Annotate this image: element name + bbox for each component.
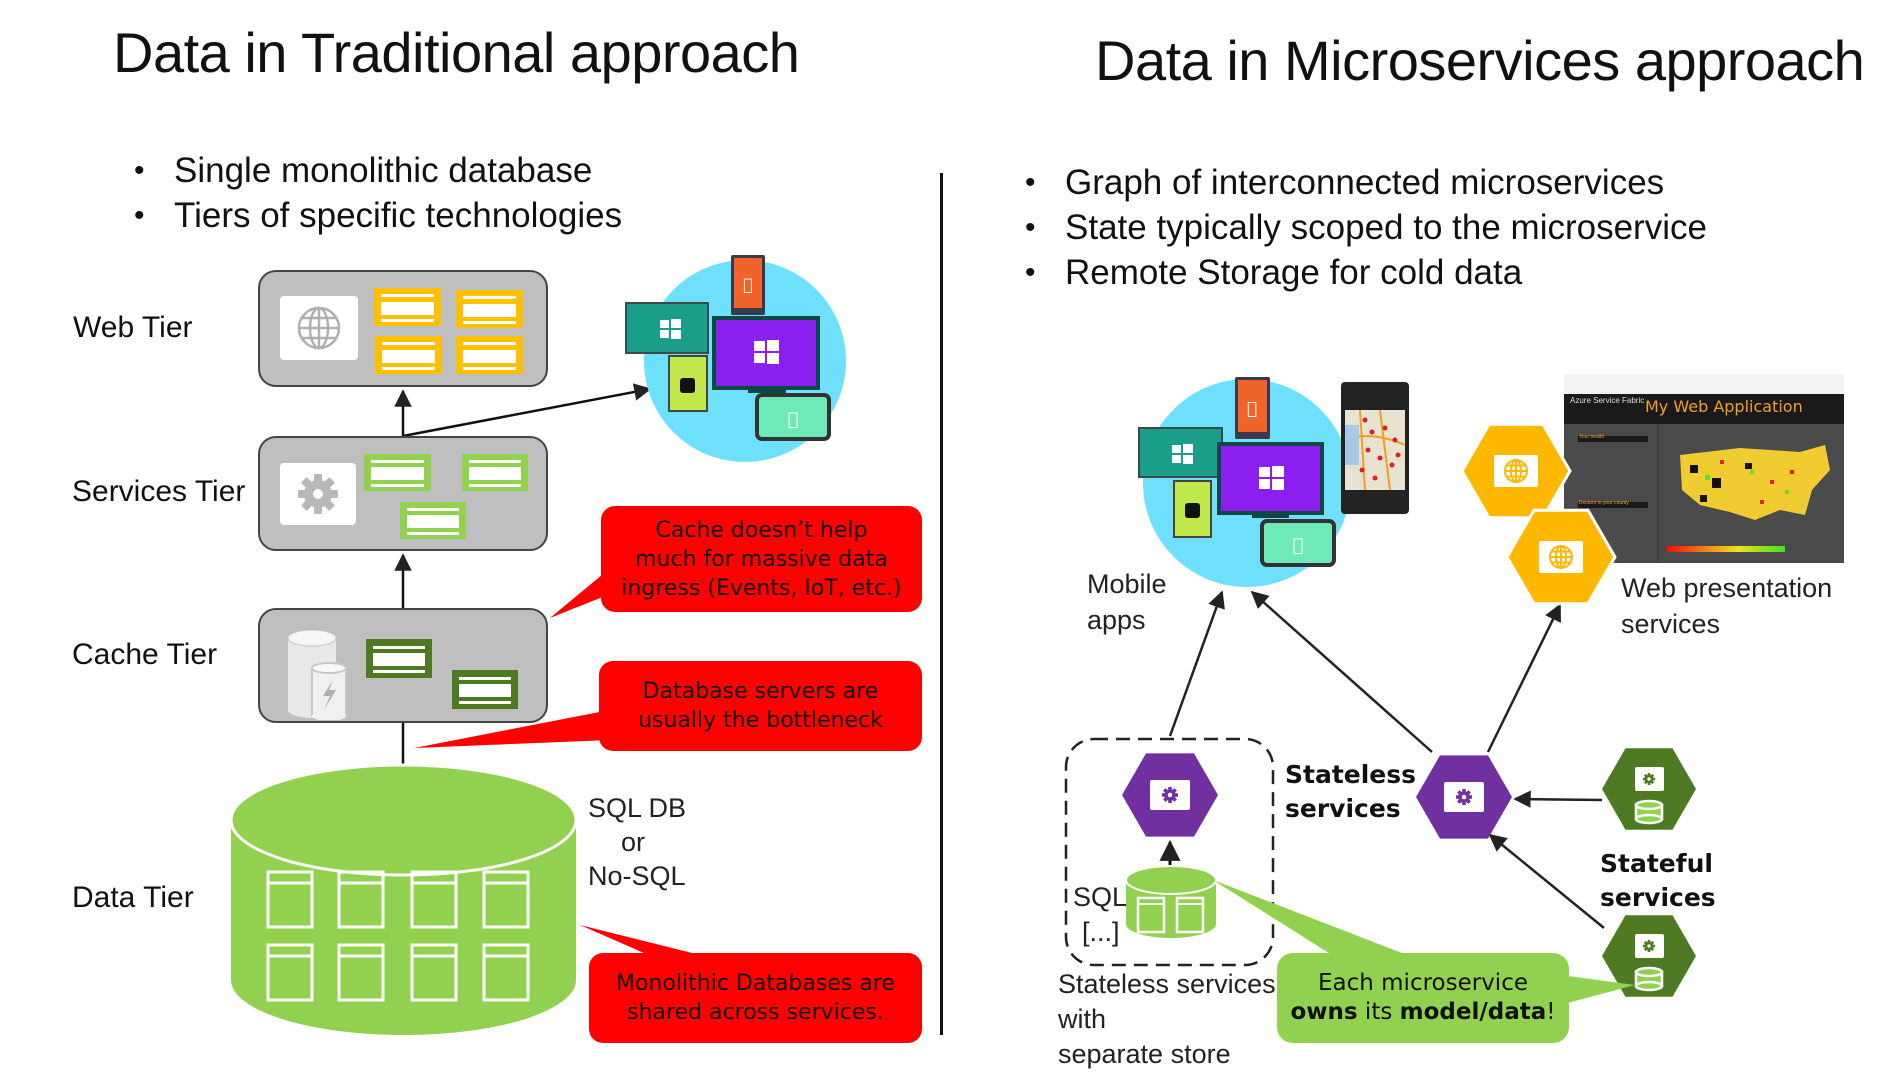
callout-line: shared across services. bbox=[627, 1000, 884, 1025]
label-line: Stateless services bbox=[1058, 969, 1276, 999]
callout-bold: model/data bbox=[1399, 999, 1547, 1025]
callout-text-part: ! bbox=[1546, 999, 1556, 1025]
label-line: services bbox=[1600, 883, 1716, 912]
svg-text::  bbox=[1247, 399, 1257, 419]
label-line: Web presentation bbox=[1621, 573, 1833, 603]
service-component bbox=[462, 454, 528, 491]
callout-line: Database servers are bbox=[642, 679, 879, 704]
db-type-line: or bbox=[620, 827, 645, 857]
arrow-stateful1-to-stateless2 bbox=[1513, 790, 1603, 808]
label-line: SQL bbox=[1073, 882, 1128, 912]
service-component bbox=[364, 454, 431, 491]
callout-line: Monolithic Databases are bbox=[616, 971, 895, 996]
web-component bbox=[375, 336, 442, 374]
stateless-services-label: Stateless services bbox=[1285, 758, 1416, 826]
web-component bbox=[456, 336, 523, 374]
web-app-title: My Web Application bbox=[1645, 397, 1803, 416]
arrow-stateless1-to-mobile bbox=[1168, 590, 1225, 737]
web-component bbox=[374, 288, 441, 326]
gear-icon bbox=[1643, 940, 1655, 952]
tier-label-data: Data Tier bbox=[72, 881, 194, 914]
globe-icon bbox=[297, 306, 341, 350]
db-type-line: No-SQL bbox=[588, 861, 686, 891]
callout-cache-ingress: Cache doesn’t help much for massive data… bbox=[601, 506, 922, 612]
services-tier-box bbox=[258, 436, 548, 551]
callout-line: usually the bottleneck bbox=[638, 708, 883, 733]
web-app-header: Azure Service Fabric bbox=[1570, 396, 1645, 405]
callout-line: ingress (Events, IoT, etc.) bbox=[621, 575, 902, 601]
database-icon bbox=[1634, 966, 1664, 992]
arrow-services-to-devices bbox=[402, 383, 652, 438]
globe-icon bbox=[1504, 459, 1528, 483]
label-line: apps bbox=[1087, 605, 1146, 635]
callout-line: Cache doesn’t help bbox=[655, 517, 868, 543]
svg-text::  bbox=[788, 409, 799, 430]
database-cylinder bbox=[229, 763, 578, 1035]
gear-icon bbox=[1643, 773, 1655, 785]
callout-owns-data: Each microservice owns its model/data! bbox=[1277, 953, 1569, 1043]
tier-label-web: Web Tier bbox=[73, 311, 193, 344]
gear-tile bbox=[280, 463, 356, 525]
small-database-cylinder bbox=[1125, 865, 1217, 938]
svg-text::  bbox=[743, 275, 753, 294]
db-type-label: SQL DB or No-SQL bbox=[588, 791, 687, 893]
separate-store-label: Stateless services with separate store bbox=[1058, 967, 1276, 1072]
cache-cylinders-icon bbox=[287, 630, 347, 720]
arrow-stateful2-to-stateless2 bbox=[1488, 833, 1605, 929]
gear-icon bbox=[1162, 787, 1178, 803]
gear-icon bbox=[298, 474, 338, 514]
monitor-windows bbox=[712, 316, 820, 390]
tier-label-cache: Cache Tier bbox=[72, 638, 218, 671]
callout-bold: owns bbox=[1290, 999, 1358, 1025]
web-presentation-label: Web presentation services bbox=[1621, 570, 1832, 642]
label-line: services bbox=[1621, 609, 1721, 639]
callout-monolithic-shared: Monolithic Databases are shared across s… bbox=[589, 953, 922, 1043]
globe-icon bbox=[1549, 545, 1573, 569]
devices-cluster-right:   bbox=[1138, 377, 1409, 587]
devices-cluster-left:   bbox=[625, 255, 846, 462]
callout-line: much for massive data bbox=[635, 546, 888, 572]
database-icon bbox=[1634, 799, 1664, 825]
callout-tail-left bbox=[1213, 880, 1420, 960]
label-line: with bbox=[1058, 1004, 1107, 1034]
stateful-services-label: Stateful services bbox=[1600, 847, 1716, 915]
arrow-stateless2-to-mobile bbox=[1250, 590, 1433, 753]
label-line: separate store bbox=[1058, 1039, 1231, 1069]
svg-text::  bbox=[1293, 535, 1304, 556]
callout-text-part: its bbox=[1357, 999, 1400, 1025]
label-line: Stateful bbox=[1600, 849, 1713, 878]
web-tier-box bbox=[258, 270, 548, 387]
cache-component bbox=[452, 670, 518, 709]
cache-tier-box bbox=[258, 608, 548, 723]
arrow-stateless2-to-web bbox=[1486, 603, 1562, 753]
callout-line: owns its model/data! bbox=[1277, 998, 1569, 1027]
callout-line: Each microservice bbox=[1317, 970, 1528, 996]
gear-icon bbox=[1456, 789, 1472, 805]
label-line: [...] bbox=[1082, 917, 1120, 947]
web-component bbox=[456, 290, 523, 328]
monitor-windows bbox=[1217, 442, 1324, 515]
mobile-apps-label: Mobile apps bbox=[1087, 566, 1167, 638]
globe-tile bbox=[280, 296, 358, 360]
service-component bbox=[400, 502, 466, 539]
store-label: SQL [...] bbox=[1073, 880, 1127, 950]
callout-db-bottleneck: Database servers are usually the bottlen… bbox=[599, 661, 922, 751]
db-type-line: SQL DB bbox=[588, 793, 687, 823]
label-line: services bbox=[1285, 794, 1401, 823]
label-line: Mobile bbox=[1087, 569, 1167, 599]
web-app-panel: Your health bbox=[1579, 434, 1605, 440]
web-app-panel: Doctors in your county bbox=[1579, 500, 1629, 506]
tier-label-services: Services Tier bbox=[72, 475, 246, 508]
cache-component bbox=[366, 639, 432, 678]
label-line: Stateless bbox=[1285, 760, 1417, 789]
